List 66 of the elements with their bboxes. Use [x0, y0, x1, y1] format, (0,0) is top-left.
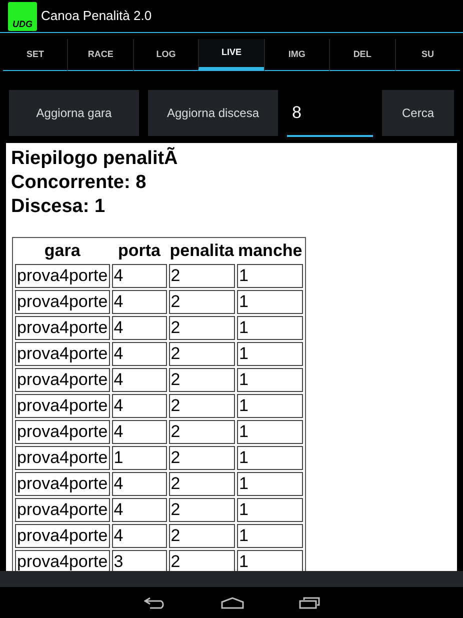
table-cell: 1 [112, 446, 167, 470]
report-subtitle: Concorrente: 8 [11, 171, 148, 195]
table-cell: 1 [236, 524, 304, 548]
table-cell: 1 [236, 342, 304, 366]
table-cell: 1 [236, 498, 304, 522]
table-cell: 4 [112, 420, 167, 444]
table-cell: 2 [168, 264, 235, 288]
report-title: Riepilogo penalitÃ [11, 147, 179, 171]
table-cell: prova4porte [15, 498, 110, 522]
table-cell: 1 [236, 290, 304, 314]
table-cell: 1 [236, 316, 304, 340]
table-cell: 2 [168, 472, 235, 496]
table-cell: 1 [236, 264, 304, 288]
table-cell: 4 [112, 290, 167, 314]
column-header: manche [236, 240, 304, 262]
update-run-button[interactable]: Aggiorna discesa [148, 90, 278, 136]
table-cell: 1 [236, 472, 304, 496]
table-cell: prova4porte [15, 264, 110, 288]
tab[interactable]: DEL [329, 39, 395, 71]
column-header: porta [116, 240, 162, 262]
table-cell: prova4porte [15, 420, 110, 444]
table-cell: 4 [112, 472, 167, 496]
table-cell: prova4porte [15, 472, 110, 496]
table-cell: 2 [168, 290, 235, 314]
table-cell: 4 [112, 264, 167, 288]
table-cell: prova4porte [15, 342, 110, 366]
table-cell: 2 [168, 498, 235, 522]
table-cell: 1 [236, 394, 304, 418]
table-cell: 2 [168, 368, 235, 392]
table-cell: 1 [236, 368, 304, 392]
table-cell: 4 [112, 498, 167, 522]
tab[interactable]: SET [3, 39, 68, 71]
home-icon[interactable] [220, 596, 244, 608]
table-cell: 2 [168, 420, 235, 444]
tab[interactable]: IMG [264, 39, 330, 71]
table-cell: 1 [236, 420, 304, 444]
table-cell: prova4porte [15, 290, 110, 314]
table-cell: prova4porte [15, 394, 110, 418]
column-header: gara [43, 240, 82, 262]
table-cell: 2 [168, 394, 235, 418]
column-header: penalita [168, 240, 235, 262]
input-field[interactable]: 8 [287, 90, 373, 137]
table-cell: 4 [112, 316, 167, 340]
tab[interactable]: SU [394, 39, 460, 71]
report-subtitle: Discesa: 1 [11, 195, 106, 219]
table-cell: 2 [168, 446, 235, 470]
table-cell: 4 [112, 368, 167, 392]
tab[interactable]: LIVE [198, 39, 264, 71]
table-cell: prova4porte [15, 368, 110, 392]
search-button[interactable]: Cerca [382, 90, 454, 136]
table-cell: prova4porte [15, 524, 110, 548]
back-icon[interactable] [144, 596, 166, 608]
update-race-button[interactable]: Aggiorna gara [9, 90, 139, 136]
logo-text: UDG [12, 20, 32, 28]
table-cell: 4 [112, 394, 167, 418]
table-cell: 2 [168, 342, 235, 366]
table-cell: 2 [168, 524, 235, 548]
table-cell: 1 [236, 446, 304, 470]
table-cell: 4 [112, 342, 167, 366]
table-cell: 4 [112, 524, 167, 548]
table-cell: prova4porte [15, 316, 110, 340]
table-cell: 2 [168, 316, 235, 340]
recent-apps-icon[interactable] [298, 596, 320, 608]
app-title: Canoa Penalità 2.0 [41, 7, 152, 26]
tab[interactable]: RACE [67, 39, 133, 71]
table-cell: prova4porte [15, 446, 110, 470]
